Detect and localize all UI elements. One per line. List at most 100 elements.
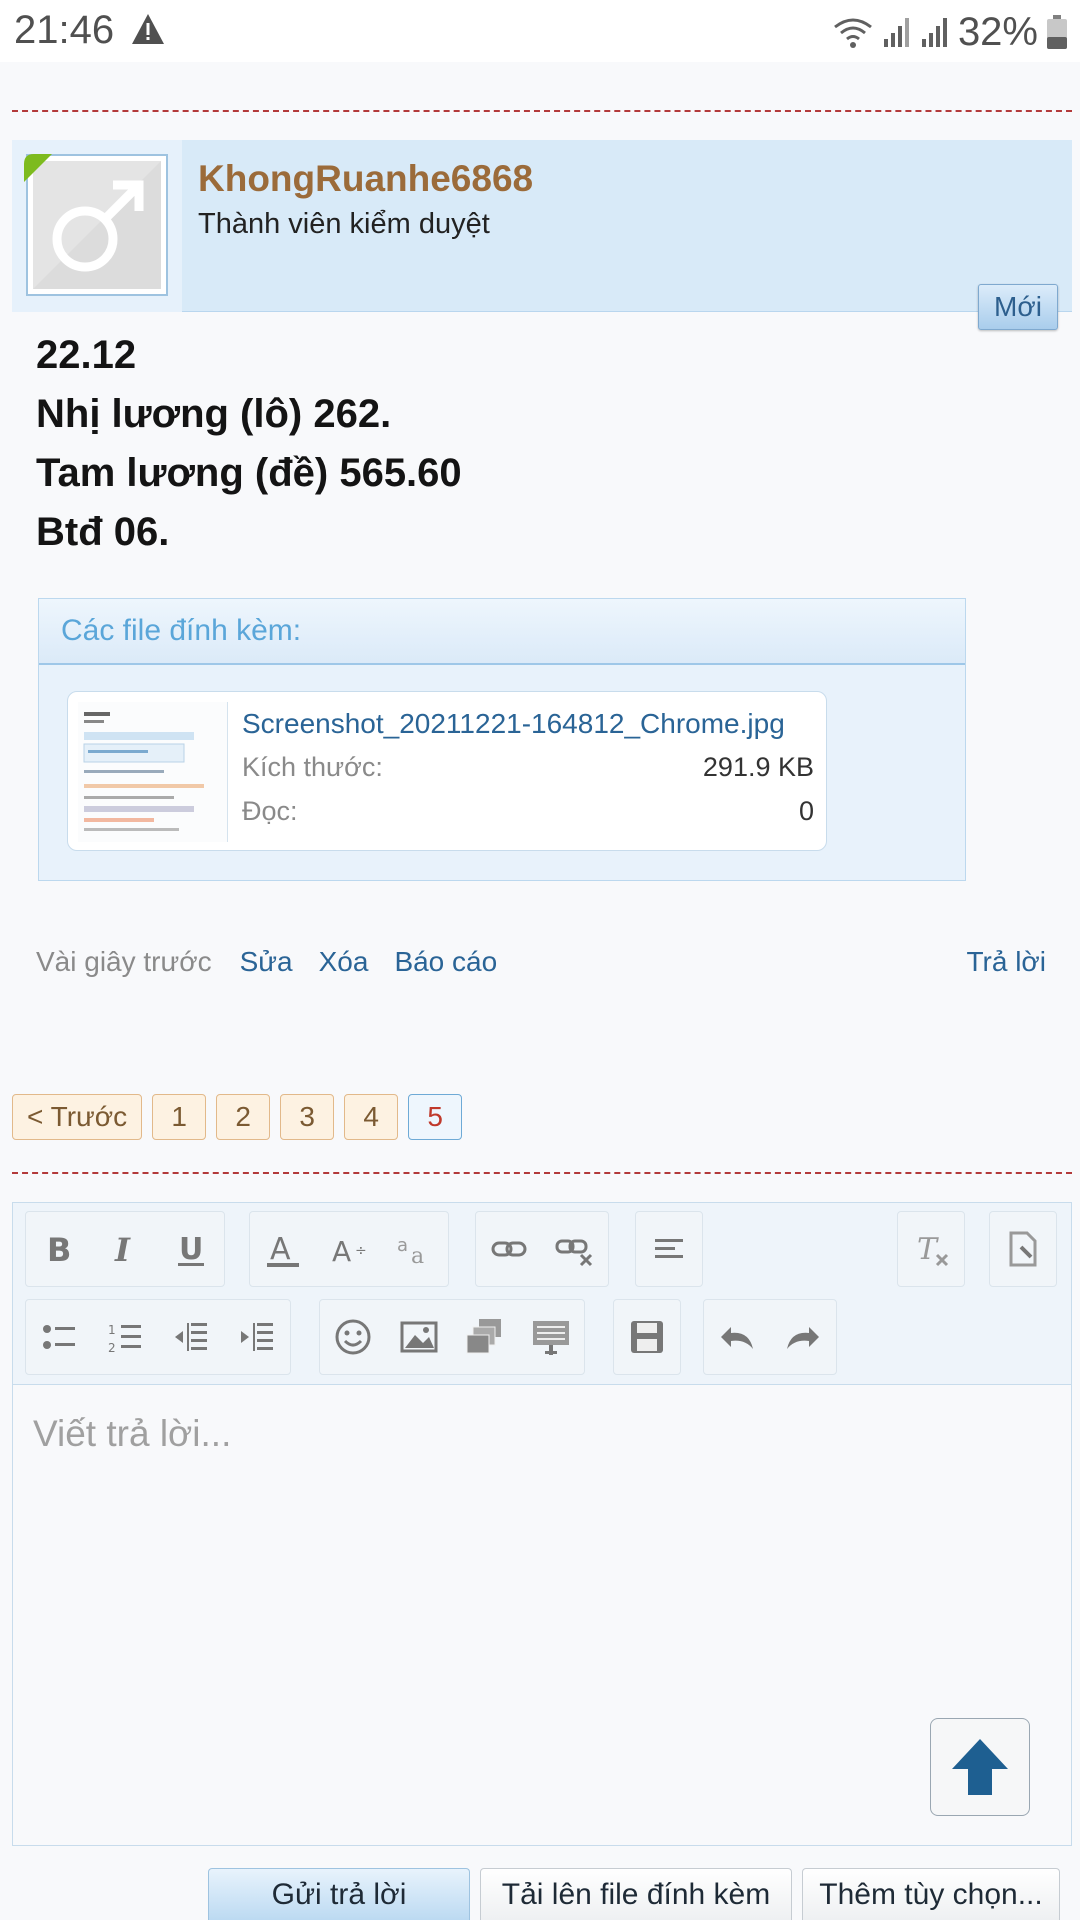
page-4-button[interactable]: 4	[344, 1094, 399, 1140]
attachments-title: Các file đính kèm:	[39, 599, 965, 665]
more-options-button[interactable]: Thêm tùy chọn...	[802, 1868, 1060, 1920]
status-time: 21:46	[14, 8, 115, 52]
italic-icon: I	[114, 1231, 131, 1269]
underline-icon: U	[178, 1232, 204, 1267]
save-draft-button[interactable]	[614, 1299, 680, 1375]
media-icon	[466, 1319, 501, 1354]
font-family-icon: aa	[397, 1235, 424, 1269]
user-title: Thành viên kiểm duyệt	[198, 208, 490, 240]
insert-quote-button[interactable]	[518, 1299, 584, 1375]
page-2-button[interactable]: 2	[216, 1094, 271, 1140]
size-label: Kích thước:	[242, 752, 383, 782]
underline-button[interactable]: U	[158, 1211, 224, 1287]
undo-icon	[721, 1327, 753, 1349]
link-icon	[491, 1241, 527, 1257]
username[interactable]: KhongRuanhe6868	[198, 158, 533, 200]
report-link[interactable]: Báo cáo	[394, 946, 497, 978]
upload-attachment-button[interactable]: Tải lên file đính kèm	[480, 1868, 792, 1920]
post-actions: Vài giây trước Sửa Xóa Báo cáo	[36, 946, 497, 978]
delete-link[interactable]: Xóa	[319, 946, 369, 978]
font-color-icon: A	[267, 1232, 299, 1267]
post-line: Tam lương (đề) 565.60	[36, 451, 462, 495]
page-3-button[interactable]: 3	[280, 1094, 335, 1140]
attachment-filename[interactable]: Screenshot_20211221-164812_Chrome.jpg	[242, 708, 785, 740]
prev-page-button[interactable]: < Trước	[12, 1094, 143, 1140]
views-value: 0	[798, 796, 814, 826]
reply-editor[interactable]: B I U A A ÷ aa T 1 2 Viết trả lời...	[12, 1202, 1072, 1846]
align-left-icon	[655, 1239, 683, 1258]
warning-icon	[132, 14, 164, 44]
clear-format-icon: T	[917, 1232, 949, 1267]
numbered-list-button[interactable]: 12	[92, 1299, 158, 1375]
attachment-size-row: Kích thước: 291.9 KB	[242, 752, 814, 783]
source-icon	[1009, 1231, 1037, 1267]
page-5-button[interactable]: 5	[408, 1094, 463, 1140]
views-label: Đọc:	[242, 796, 298, 826]
svg-text:2: 2	[108, 1341, 116, 1355]
insert-media-button[interactable]	[452, 1299, 518, 1375]
post-header: KhongRuanhe6868 Thành viên kiểm duyệt	[12, 140, 1072, 312]
post-line: 22.12	[36, 333, 137, 377]
signal-icon	[921, 18, 947, 47]
attachment-views-row: Đọc: 0	[242, 796, 814, 827]
battery-percent: 32%	[957, 9, 1038, 54]
indent-button[interactable]	[224, 1299, 290, 1375]
font-size-button[interactable]: A ÷	[316, 1211, 382, 1287]
post-line: Nhị lương (lô) 262.	[36, 392, 392, 436]
align-button[interactable]	[636, 1211, 702, 1287]
bulleted-list-button[interactable]	[26, 1299, 92, 1375]
font-color-button[interactable]: A	[250, 1211, 316, 1287]
bulleted-list-icon	[43, 1325, 75, 1349]
svg-text:B: B	[47, 1231, 71, 1269]
svg-text:1: 1	[108, 1323, 116, 1337]
divider	[12, 110, 1072, 112]
save-icon	[631, 1321, 663, 1353]
redo-icon	[787, 1327, 819, 1349]
arrow-up-icon	[952, 1739, 1008, 1795]
size-value: 291.9 KB	[702, 752, 814, 782]
post-time: Vài giây trước	[36, 946, 212, 977]
edit-link[interactable]: Sửa	[240, 946, 293, 978]
emoji-button[interactable]	[320, 1299, 386, 1375]
remove-link-button[interactable]	[542, 1211, 608, 1287]
svg-text:T: T	[917, 1232, 939, 1267]
attachment-thumbnail[interactable]	[78, 702, 228, 842]
reply-link[interactable]: Trả lời	[966, 946, 1046, 978]
unlink-icon	[555, 1239, 593, 1267]
scroll-to-top-button[interactable]	[930, 1718, 1030, 1816]
italic-button[interactable]: I	[92, 1211, 158, 1287]
svg-text:U: U	[179, 1232, 203, 1267]
svg-text:a: a	[397, 1235, 408, 1256]
post-content: 22.12 Nhị lương (lô) 262. Tam lương (đề)…	[36, 326, 462, 562]
image-thumbnail-icon	[78, 702, 227, 842]
insert-image-button[interactable]	[386, 1299, 452, 1375]
image-icon	[400, 1321, 438, 1353]
numbered-list-icon: 12	[108, 1323, 141, 1355]
attachment-card[interactable]: Screenshot_20211221-164812_Chrome.jpg Kí…	[67, 691, 827, 851]
reply-textarea[interactable]: Viết trả lời...	[33, 1413, 231, 1455]
divider	[12, 1172, 1072, 1174]
send-reply-button[interactable]: Gửi trả lời	[208, 1868, 470, 1920]
svg-text:A: A	[270, 1232, 291, 1267]
page-1-button[interactable]: 1	[152, 1094, 207, 1140]
signal-icon	[883, 18, 909, 47]
outdent-button[interactable]	[158, 1299, 224, 1375]
svg-text:a: a	[411, 1244, 424, 1269]
editor-toolbar: B I U A A ÷ aa T 1 2	[13, 1203, 1071, 1385]
insert-link-button[interactable]	[476, 1211, 542, 1287]
bold-icon: B	[47, 1231, 71, 1269]
svg-text:I: I	[114, 1231, 131, 1269]
toggle-source-button[interactable]	[990, 1211, 1056, 1287]
redo-button[interactable]	[770, 1299, 836, 1375]
font-family-button[interactable]: aa	[382, 1211, 448, 1287]
attachments-box: Các file đính kèm: Screenshot_20211221-1…	[38, 598, 966, 881]
undo-button[interactable]	[704, 1299, 770, 1375]
online-indicator-icon	[24, 154, 52, 182]
post-line: Btđ 06.	[36, 510, 170, 554]
wifi-icon	[834, 18, 872, 48]
smiley-icon	[335, 1319, 371, 1355]
battery-icon	[1047, 15, 1067, 49]
clear-format-button[interactable]: T	[898, 1211, 964, 1287]
font-size-icon: A ÷	[332, 1235, 367, 1268]
bold-button[interactable]: B	[26, 1211, 92, 1287]
